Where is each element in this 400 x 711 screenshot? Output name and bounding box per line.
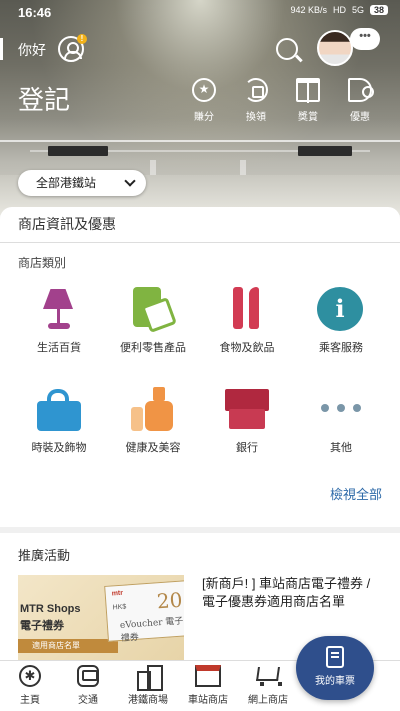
more-icon (315, 387, 367, 431)
station-sign (48, 146, 108, 156)
gift-icon (296, 78, 320, 103)
station-sign (298, 146, 352, 156)
category-label: 乘客服務 (319, 342, 363, 354)
quick-action-label: 優惠 (350, 112, 370, 123)
category-label: 生活百貨 (37, 342, 81, 354)
station-filter-dropdown[interactable]: 全部港鐵站 (18, 170, 146, 196)
chat-bubble-icon[interactable]: ••• (350, 28, 380, 50)
train-icon (77, 665, 99, 687)
category-bank[interactable]: 銀行 (202, 387, 292, 455)
category-label: 健康及美容 (125, 442, 181, 454)
station-filter-value: 全部港鐵站 (36, 176, 97, 190)
category-label: 銀行 (236, 442, 258, 454)
star-circle-icon (192, 78, 216, 102)
ticket-icon (326, 646, 344, 668)
quick-action-label: 賺分 (194, 112, 214, 123)
info-icon: i (315, 287, 367, 331)
promo-image-subtitle: 電子禮券 (20, 620, 64, 632)
search-icon[interactable] (276, 38, 298, 60)
category-others[interactable]: 其他 (296, 387, 386, 455)
voucher-graphic: mtr HK$ 20 eVoucher 電子禮券 (104, 580, 184, 644)
nav-transport[interactable]: 交通 (58, 665, 118, 706)
quick-action-redeem[interactable]: 換領 (236, 78, 276, 123)
promo-image-title: MTR Shops (20, 603, 81, 615)
greeting-text: 你好 (18, 42, 46, 58)
nav-home[interactable]: 主頁 (0, 665, 60, 706)
promo-image[interactable]: MTR Shops 電子禮券 適用商店名單 mtr HK$ 20 eVouche… (18, 575, 184, 661)
section-title: 商店資訊及優惠 (18, 216, 116, 232)
category-convenience[interactable]: 便利零售產品 (108, 287, 198, 355)
status-bar: 16:46 942 KB/s HD 5G 38 (0, 0, 400, 26)
promotions-heading: 推廣活動 (18, 548, 71, 563)
storefront-icon (195, 665, 221, 687)
voucher-brand: mtr (111, 589, 124, 598)
promo-description[interactable]: [新商戶! ] 車站商店電子禮券 / 電子優惠券適用商店名單 (202, 575, 382, 611)
nav-label: 港鐵商場 (128, 695, 168, 706)
my-ticket-label: 我的車票 (315, 676, 355, 687)
quick-action-rewards[interactable]: 獎賞 (288, 78, 328, 123)
shopping-cart-icon (255, 665, 282, 687)
voucher-currency: HK$ (112, 603, 127, 612)
status-time: 16:46 (18, 5, 52, 20)
hd-indicator: HD (332, 5, 346, 15)
nav-label: 車站商店 (188, 695, 228, 706)
shop-info-card: 商店資訊及優惠 商店類別 生活百貨 便利零售產品 食物及飲品 i 乘客服務 時裝… (0, 207, 400, 527)
megaphone-icon (348, 78, 374, 102)
ceiling-light (0, 140, 400, 142)
category-label: 食物及飲品 (219, 342, 275, 354)
category-label: 其他 (330, 442, 352, 454)
nav-label: 交通 (78, 695, 98, 706)
page-title[interactable]: 登記 (18, 80, 70, 117)
quick-action-label: 獎賞 (298, 112, 318, 123)
greeting-accent (0, 38, 3, 60)
category-health-beauty[interactable]: 健康及美容 (108, 387, 198, 455)
category-passenger-services[interactable]: i 乘客服務 (296, 287, 386, 355)
my-ticket-button[interactable]: 我的車票 (296, 636, 374, 700)
battery-indicator: 38 (369, 5, 388, 15)
divider (0, 242, 400, 243)
cosmetics-icon (127, 387, 179, 431)
category-label: 時裝及飾物 (31, 442, 87, 454)
signal-indicator: 5G (351, 5, 364, 15)
view-all-link[interactable]: 檢視全部 (330, 484, 382, 503)
redeem-cycle-icon (244, 78, 268, 102)
nav-mtr-malls[interactable]: 港鐵商場 (118, 665, 178, 706)
quick-action-offers[interactable]: 優惠 (340, 78, 380, 123)
promo-image-strip: 適用商店名單 (18, 639, 118, 653)
nav-online-shop[interactable]: 網上商店 (238, 665, 298, 706)
nav-label: 主頁 (20, 695, 40, 706)
alert-badge: ! (77, 34, 87, 44)
category-lifestyle[interactable]: 生活百貨 (14, 287, 104, 355)
building-icon (135, 665, 163, 691)
quick-action-earn-points[interactable]: 賺分 (184, 78, 224, 123)
category-fashion[interactable]: 時裝及飾物 (14, 387, 104, 455)
fork-knife-icon (221, 287, 273, 331)
network-speed: 942 KB/s (290, 5, 327, 15)
banknote-icon (221, 387, 273, 431)
handbag-icon (33, 387, 85, 431)
home-icon (19, 665, 41, 687)
convenience-icon (127, 287, 179, 333)
quick-action-label: 換領 (246, 112, 266, 123)
category-heading: 商店類別 (18, 256, 67, 270)
chevron-down-icon (124, 175, 136, 187)
nav-label: 網上商店 (248, 695, 288, 706)
category-food[interactable]: 食物及飲品 (202, 287, 292, 355)
voucher-amount: 20 (156, 587, 184, 614)
avatar[interactable] (317, 30, 353, 66)
voucher-text: eVoucher 電子禮券 (119, 616, 184, 644)
category-label: 便利零售產品 (120, 342, 186, 354)
nav-station-shops[interactable]: 車站商店 (178, 665, 238, 706)
lamp-icon (33, 287, 85, 331)
